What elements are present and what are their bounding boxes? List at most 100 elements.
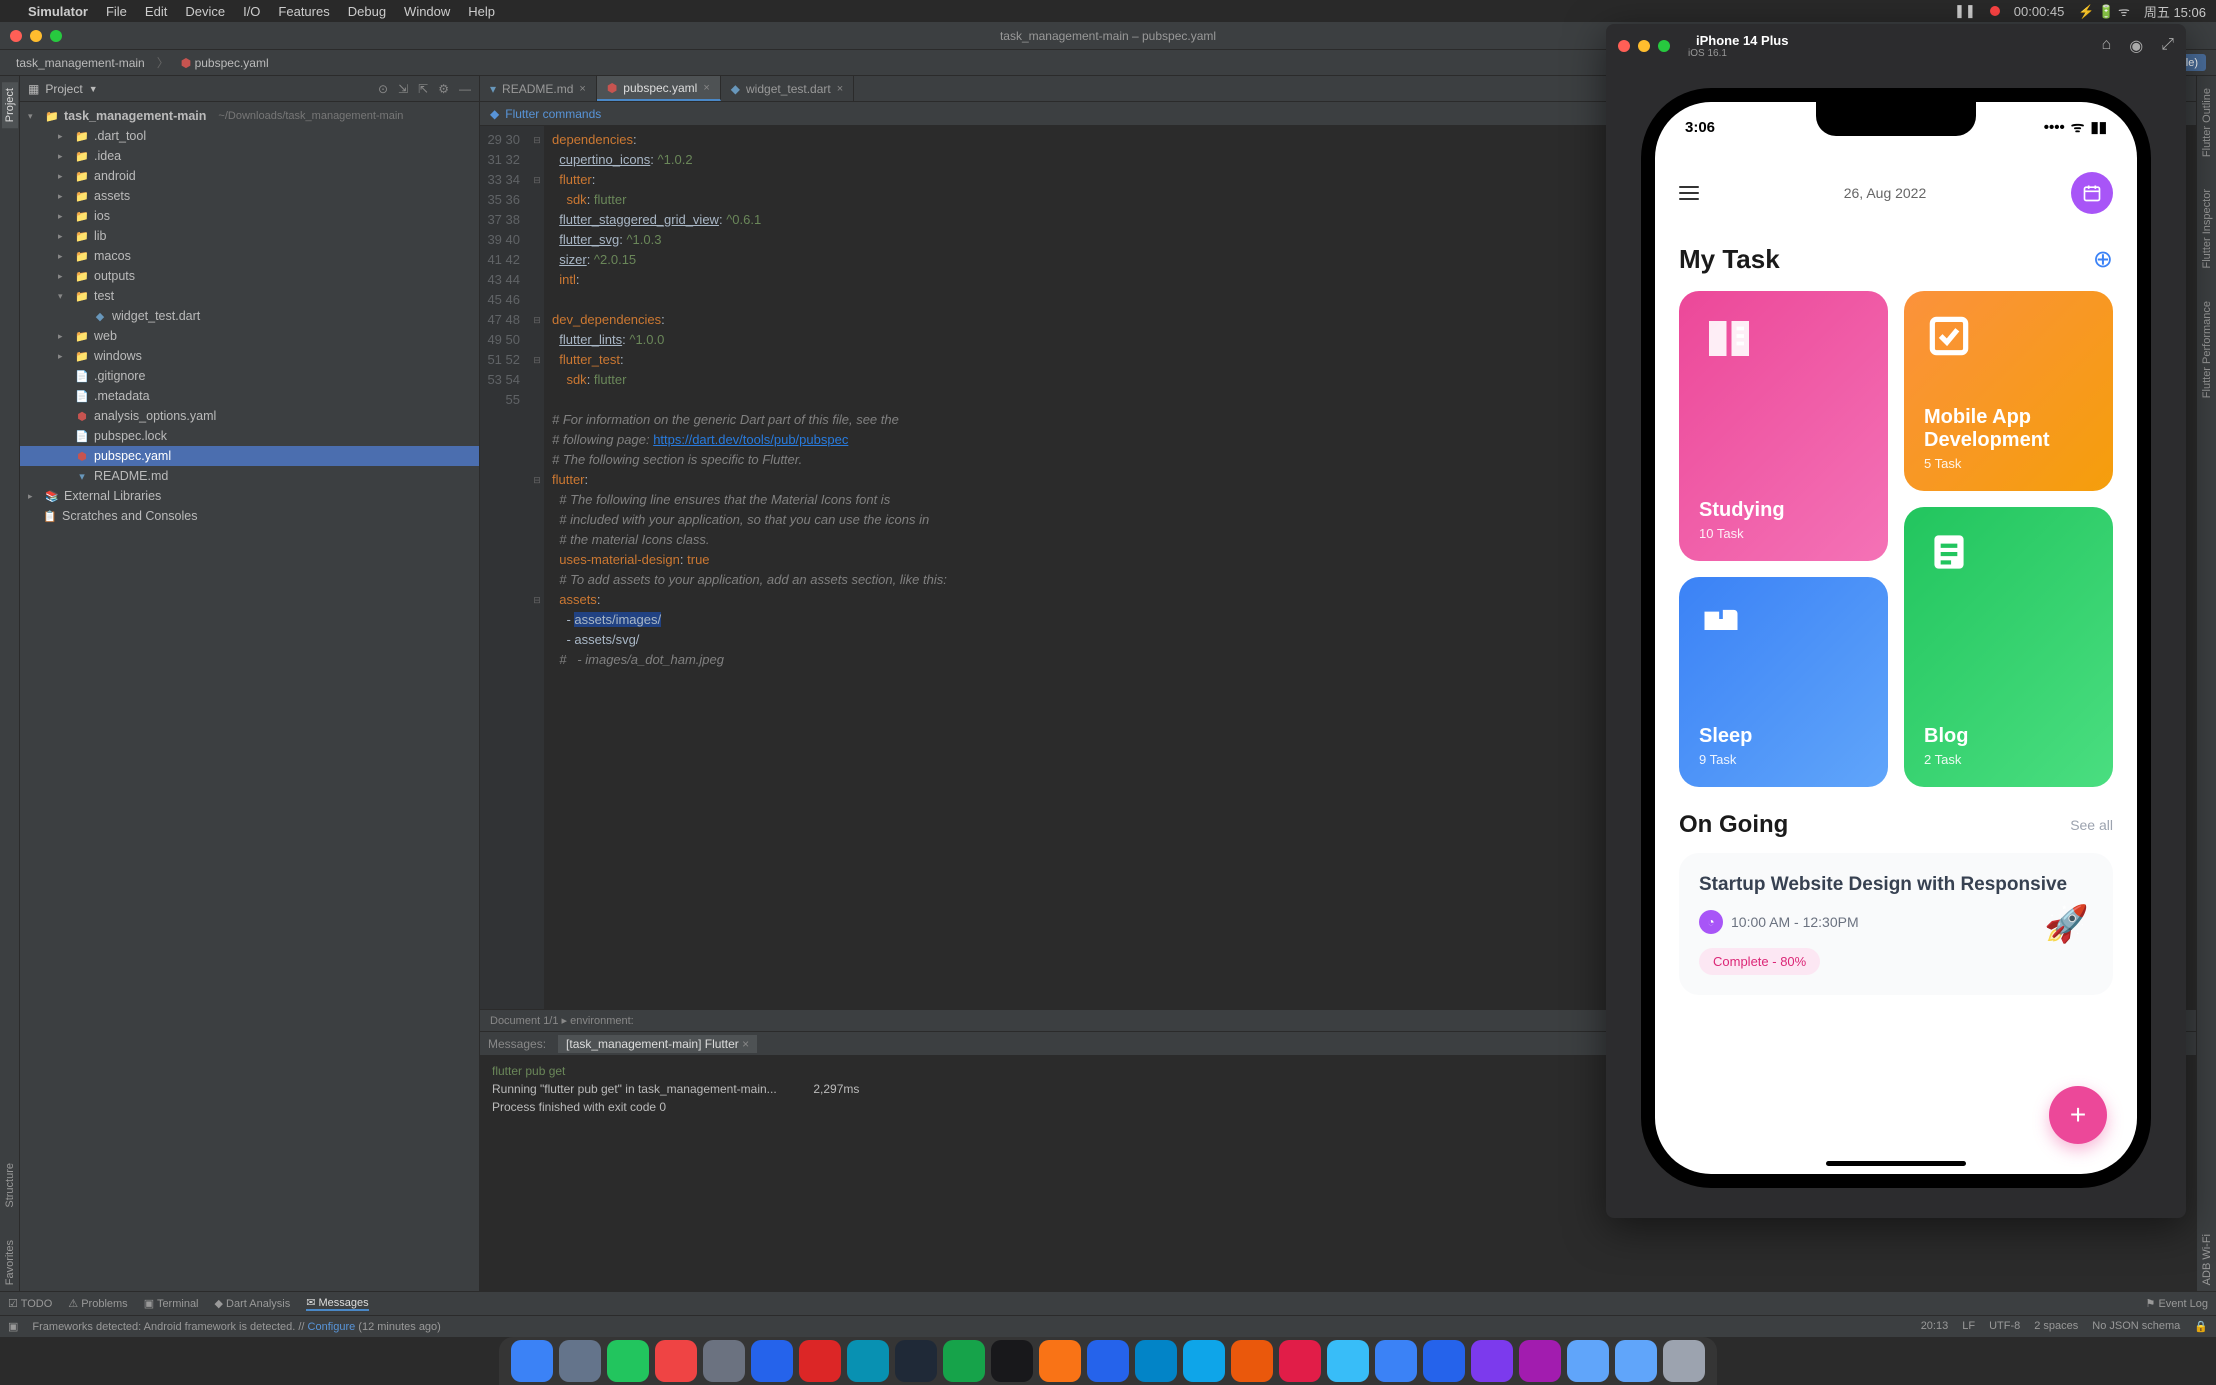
- home-indicator[interactable]: [1826, 1161, 1966, 1166]
- dock-icon-wps[interactable]: [1231, 1340, 1273, 1382]
- tree-item-widget-test-dart[interactable]: ◆widget_test.dart: [20, 306, 479, 326]
- project-dropdown-icon[interactable]: ▼: [89, 84, 98, 94]
- sim-close-icon[interactable]: [1618, 40, 1630, 52]
- lock-icon[interactable]: 🔒: [2194, 1320, 2208, 1333]
- macos-dock[interactable]: [499, 1337, 1717, 1385]
- dock-icon-screen[interactable]: [847, 1340, 889, 1382]
- tool-tab-flutter-outline[interactable]: Flutter Outline: [2199, 82, 2215, 163]
- status-utf-8[interactable]: UTF-8: [1989, 1320, 2020, 1333]
- tree-item--dart-tool[interactable]: ▸📁.dart_tool: [20, 126, 479, 146]
- status-lf[interactable]: LF: [1962, 1320, 1975, 1333]
- sim-screenshot-icon[interactable]: ◉: [2129, 36, 2143, 56]
- collapse-icon[interactable]: ⇱: [418, 82, 428, 96]
- tree-item-windows[interactable]: ▸📁windows: [20, 346, 479, 366]
- menu-window[interactable]: Window: [404, 4, 450, 19]
- tree-item-android[interactable]: ▸📁android: [20, 166, 479, 186]
- dock-icon-trello[interactable]: [1135, 1340, 1177, 1382]
- editor-tab-README-md[interactable]: ▾ README.md ×: [480, 76, 597, 101]
- hide-icon[interactable]: —: [459, 82, 471, 96]
- dock-icon-docker[interactable]: [1183, 1340, 1225, 1382]
- status-2-spaces[interactable]: 2 spaces: [2034, 1320, 2078, 1333]
- tool-button-todo[interactable]: ☑ TODO: [8, 1297, 52, 1310]
- menu-io[interactable]: I/O: [243, 4, 260, 19]
- console-run-tab[interactable]: [task_management-main] Flutter ×: [558, 1035, 757, 1053]
- fab-add-button[interactable]: +: [2049, 1086, 2107, 1144]
- dock-icon-terminal[interactable]: [991, 1340, 1033, 1382]
- sim-max-icon[interactable]: [1658, 40, 1670, 52]
- dock-icon-vscode[interactable]: [751, 1340, 793, 1382]
- tree-item-outputs[interactable]: ▸📁outputs: [20, 266, 479, 286]
- editor-tab-widget-test-dart[interactable]: ◆ widget_test.dart ×: [721, 76, 854, 101]
- tree-item--gitignore[interactable]: 📄.gitignore: [20, 366, 479, 386]
- menu-edit[interactable]: Edit: [145, 4, 167, 19]
- tool-button-terminal[interactable]: ▣ Terminal: [144, 1297, 199, 1310]
- dock-icon-launchpad[interactable]: [559, 1340, 601, 1382]
- tool-button-dart-analysis[interactable]: ◆ Dart Analysis: [215, 1297, 291, 1310]
- dock-icon-text[interactable]: [895, 1340, 937, 1382]
- tool-tab-structure[interactable]: Structure: [2, 1157, 18, 1214]
- task-card-sleep[interactable]: Sleep9 Task: [1679, 577, 1888, 787]
- editor-tab-pubspec-yaml[interactable]: ⬢ pubspec.yaml ×: [597, 76, 721, 101]
- ongoing-card[interactable]: Startup Website Design with Responsive ◔…: [1679, 853, 2113, 995]
- tree-item-lib[interactable]: ▸📁lib: [20, 226, 479, 246]
- dock-icon-zoom[interactable]: [1423, 1340, 1465, 1382]
- calendar-button[interactable]: [2071, 172, 2113, 214]
- tree-item--idea[interactable]: ▸📁.idea: [20, 146, 479, 166]
- tool-button-problems[interactable]: ⚠ Problems: [68, 1297, 127, 1310]
- dock-icon-chrome[interactable]: [655, 1340, 697, 1382]
- dock-icon-pycharm[interactable]: [943, 1340, 985, 1382]
- tool-tab-favorites[interactable]: Favorites: [2, 1234, 18, 1291]
- tree-item-macos[interactable]: ▸📁macos: [20, 246, 479, 266]
- tree-external-libs[interactable]: ▸📚External Libraries: [20, 486, 479, 506]
- dock-icon-xnip[interactable]: [1279, 1340, 1321, 1382]
- dock-icon-qq[interactable]: [1327, 1340, 1369, 1382]
- record-icon[interactable]: [1990, 6, 2000, 16]
- status-no-json-schema[interactable]: No JSON schema: [2092, 1320, 2180, 1333]
- pause-icon[interactable]: ❚❚: [1954, 3, 1976, 19]
- dock-icon-finder[interactable]: [511, 1340, 553, 1382]
- tree-item-web[interactable]: ▸📁web: [20, 326, 479, 346]
- tool-tab-flutter-inspector[interactable]: Flutter Inspector: [2199, 183, 2215, 274]
- settings-gear-icon[interactable]: ⚙: [438, 82, 449, 96]
- task-card-blog[interactable]: Blog2 Task: [1904, 507, 2113, 787]
- dock-icon-folder[interactable]: [1567, 1340, 1609, 1382]
- simulator-titlebar[interactable]: iPhone 14 Plus iOS 16.1 ⌂ ◉ ⤢: [1606, 24, 2186, 68]
- dock-icon-lark[interactable]: [1375, 1340, 1417, 1382]
- project-tree[interactable]: ▾📁 task_management-main ~/Downloads/task…: [20, 102, 479, 1291]
- menu-help[interactable]: Help: [468, 4, 495, 19]
- dock-icon-quicktime[interactable]: [1471, 1340, 1513, 1382]
- tree-scratches[interactable]: 📋Scratches and Consoles: [20, 506, 479, 526]
- ide-traffic-lights[interactable]: [10, 30, 62, 42]
- dock-icon-intellij[interactable]: [1039, 1340, 1081, 1382]
- dock-icon-trash[interactable]: [1663, 1340, 1705, 1382]
- sim-home-icon[interactable]: ⌂: [2102, 36, 2112, 56]
- tree-item-analysis-options-yaml[interactable]: ⬢analysis_options.yaml: [20, 406, 479, 426]
- tree-item--metadata[interactable]: 📄.metadata: [20, 386, 479, 406]
- locate-icon[interactable]: ⊙: [378, 82, 388, 96]
- breadcrumb-file[interactable]: ⬢ pubspec.yaml: [175, 54, 275, 72]
- tree-item-test[interactable]: ▾📁test: [20, 286, 479, 306]
- dock-icon-wechat[interactable]: [607, 1340, 649, 1382]
- task-card-mobile-app-development[interactable]: Mobile App Development5 Task: [1904, 291, 2113, 491]
- fold-gutter[interactable]: ⊟⊟⊟⊟⊟⊟: [530, 126, 544, 1009]
- tree-item-ios[interactable]: ▸📁ios: [20, 206, 479, 226]
- iphone-screen[interactable]: 3:06 •••• ᯤ ▮▮ 26, Aug 2022: [1655, 102, 2137, 1174]
- tree-item-pubspec-yaml[interactable]: ⬢pubspec.yaml: [20, 446, 479, 466]
- sim-min-icon[interactable]: [1638, 40, 1650, 52]
- task-card-studying[interactable]: Studying10 Task: [1679, 291, 1888, 561]
- tool-tab-project[interactable]: Project: [2, 82, 18, 128]
- event-log-button[interactable]: ⚑ Event Log: [2146, 1297, 2208, 1310]
- project-header-title[interactable]: Project: [45, 82, 82, 96]
- tool-tab-flutter-performance[interactable]: Flutter Performance: [2199, 295, 2215, 404]
- add-task-icon[interactable]: ⊕: [2093, 245, 2113, 274]
- menu-features[interactable]: Features: [278, 4, 329, 19]
- breadcrumb-root[interactable]: task_management-main: [10, 54, 151, 72]
- tool-tab-adb-wifi[interactable]: ADB Wi-Fi: [2199, 1228, 2215, 1291]
- menu-file[interactable]: File: [106, 4, 127, 19]
- tree-item-pubspec-lock[interactable]: 📄pubspec.lock: [20, 426, 479, 446]
- dock-icon-figma[interactable]: [1519, 1340, 1561, 1382]
- dock-icon-netease[interactable]: [799, 1340, 841, 1382]
- tool-button-messages[interactable]: ✉ Messages: [306, 1296, 368, 1311]
- tree-item-assets[interactable]: ▸📁assets: [20, 186, 479, 206]
- expand-icon[interactable]: ⇲: [398, 82, 408, 96]
